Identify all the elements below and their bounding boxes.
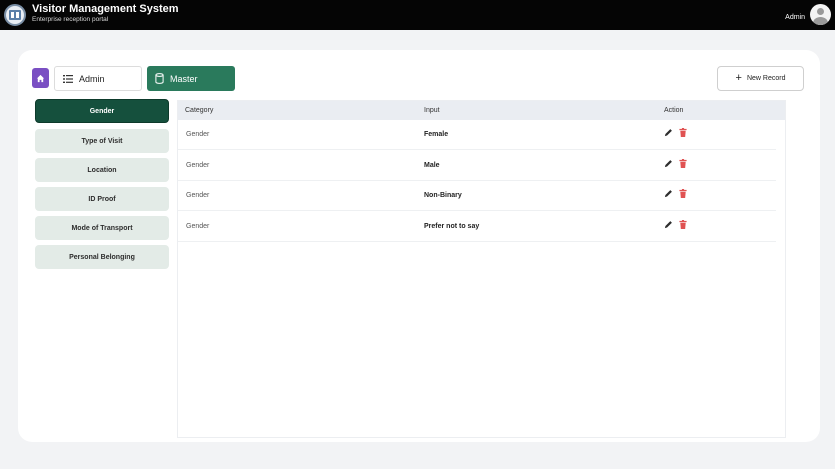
app-logo-icon [4,4,26,26]
sidebar-item-label: Location [87,166,117,174]
table-row: Gender Male [178,151,776,181]
edit-icon[interactable] [664,128,673,137]
table-row: Gender Female [178,120,776,150]
category-cell: Gender [186,131,210,138]
input-cell: Prefer not to say [424,223,480,230]
category-cell: Gender [186,162,210,169]
delete-icon[interactable] [679,220,687,229]
avatar-icon[interactable] [810,4,831,25]
new-record-label: New Record [746,75,786,82]
input-cell: Male [424,162,440,169]
category-cell: Gender [186,223,210,230]
plus-icon: + [735,72,742,84]
new-record-button[interactable]: + New Record [717,66,804,91]
sidebar-item-label: Mode of Transport [71,224,133,232]
sidebar-item-label: Gender [89,107,115,115]
delete-icon[interactable] [679,159,687,168]
column-header-action: Action [664,107,684,114]
sidebar-item-location[interactable]: Location [35,158,169,182]
home-icon [36,74,45,82]
input-cell: Non-Binary [424,192,462,199]
sidebar-item-label: Type of Visit [81,137,123,145]
breadcrumb-admin[interactable]: Admin [54,66,142,91]
user-name[interactable]: Admin [785,14,805,21]
sidebar-item-type-of-visit[interactable]: Type of Visit [35,129,169,153]
sidebar-item-id-proof[interactable]: ID Proof [35,187,169,211]
category-cell: Gender [186,192,210,199]
top-bar: Visitor Management System Enterprise rec… [0,0,835,30]
column-header-category: Category [185,107,214,114]
sidebar-item-label: Personal Belonging [69,253,135,261]
home-button[interactable] [32,68,49,88]
edit-icon[interactable] [664,220,673,229]
database-icon [155,73,164,84]
table-row: Gender Prefer not to say [178,212,776,242]
list-icon [63,74,73,84]
delete-icon[interactable] [679,189,687,198]
sidebar-item-mode-of-transport[interactable]: Mode of Transport [35,216,169,240]
sidebar-item-label: ID Proof [88,195,116,203]
edit-icon[interactable] [664,189,673,198]
breadcrumb-master-label: Master [170,73,198,84]
edit-icon[interactable] [664,159,673,168]
column-header-input: Input [424,107,440,114]
delete-icon[interactable] [679,128,687,137]
app-subtitle: Enterprise reception portal [32,16,109,23]
breadcrumb-master[interactable]: Master [147,66,235,91]
table-header: Category Input Action [178,101,785,120]
master-table: Category Input Action Gender Female Gend… [177,100,786,438]
sidebar-item-personal-belonging[interactable]: Personal Belonging [35,245,169,269]
sidebar-item-gender[interactable]: Gender [35,99,169,123]
table-row: Gender Non-Binary [178,181,776,211]
breadcrumb-admin-label: Admin [79,73,105,84]
app-title: Visitor Management System [32,3,179,15]
input-cell: Female [424,131,449,138]
